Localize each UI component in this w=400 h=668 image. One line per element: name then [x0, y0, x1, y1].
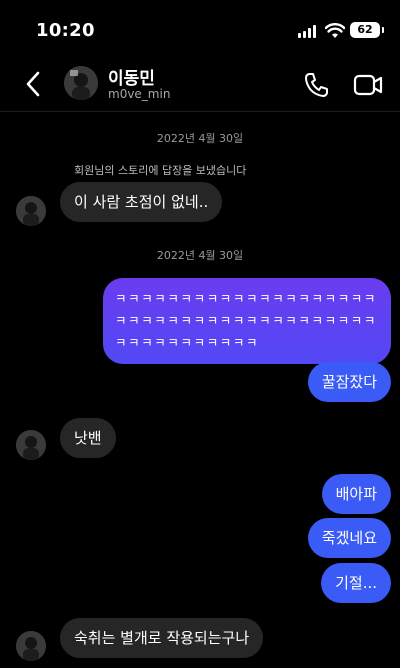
story-reply-note: 회원님의 스토리에 답장을 보냈습니다: [74, 164, 247, 177]
avatar[interactable]: [16, 430, 46, 460]
date-divider: 2022년 4월 30일: [156, 249, 244, 262]
message-incoming[interactable]: 이 사람 초점이 없네..: [60, 182, 223, 222]
avatar[interactable]: [16, 631, 46, 661]
back-icon[interactable]: [20, 68, 48, 100]
message-outgoing[interactable]: 기절...: [321, 563, 391, 603]
chat-header: 이동민 m0ve_min: [0, 56, 400, 112]
contact-username[interactable]: m0ve_min: [108, 87, 170, 101]
message-outgoing[interactable]: 죽겠네요: [307, 518, 391, 558]
signal-icon: [298, 25, 316, 38]
video-icon[interactable]: [352, 70, 384, 100]
avatar[interactable]: [64, 66, 98, 100]
contact-name[interactable]: 이동민: [108, 64, 155, 89]
message-outgoing[interactable]: 꿀잠잤다: [307, 362, 391, 402]
message-incoming[interactable]: 낫밴: [60, 418, 116, 458]
message-outgoing[interactable]: 배아파: [321, 474, 391, 514]
date-divider: 2022년 4월 30일: [156, 132, 244, 145]
avatar[interactable]: [16, 196, 46, 226]
message-incoming[interactable]: 숙취는 별개로 작용되는구나: [60, 618, 264, 658]
wifi-icon: [325, 23, 345, 38]
message-outgoing[interactable]: ㅋㅋㅋㅋㅋㅋㅋㅋㅋㅋㅋㅋㅋㅋㅋㅋㅋㅋㅋㅋㅋㅋㅋㅋㅋㅋㅋㅋㅋㅋㅋㅋㅋㅋㅋㅋㅋㅋㅋㅋ…: [103, 278, 391, 364]
battery-icon: 62: [350, 22, 384, 38]
status-bar: 10:20 62: [0, 0, 400, 56]
phone-icon[interactable]: [302, 70, 332, 100]
status-time: 10:20: [36, 20, 95, 41]
